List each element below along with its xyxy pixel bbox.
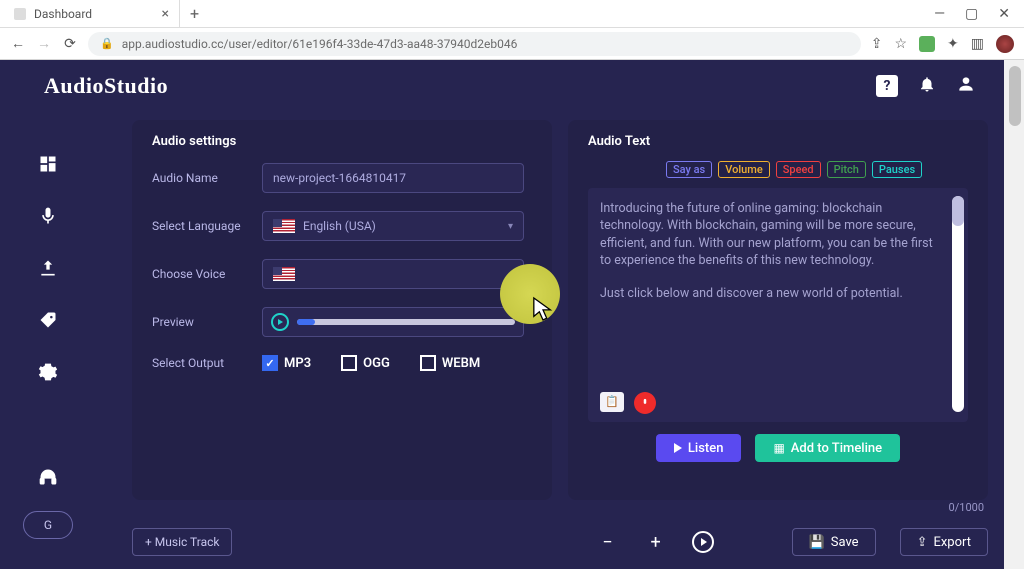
tab-title: Dashboard: [34, 7, 92, 21]
gear-icon[interactable]: [36, 360, 60, 384]
output-option-webm[interactable]: WEBM: [420, 355, 480, 371]
flag-us-icon: [273, 219, 295, 233]
tag-icon[interactable]: [36, 308, 60, 332]
output-option-mp3[interactable]: MP3: [262, 355, 311, 371]
nav-back-icon[interactable]: ←: [10, 35, 26, 52]
zoom-out-button[interactable]: −: [596, 532, 620, 553]
editor-scrollbar-track: [952, 196, 964, 412]
preview-play-button[interactable]: [271, 313, 289, 331]
app-top-bar: AudioStudio ?: [0, 60, 1004, 112]
play-icon: [674, 443, 682, 453]
language-label: Select Language: [152, 219, 262, 233]
export-icon: ⇪: [917, 535, 928, 550]
checkbox-icon: [262, 355, 278, 371]
preview-progress-thumb[interactable]: [297, 319, 315, 325]
extension-badge-icon[interactable]: [919, 36, 935, 52]
text-panel-title: Audio Text: [588, 134, 968, 149]
clipboard-icon[interactable]: 📋: [600, 392, 624, 412]
share-icon[interactable]: ⇪: [871, 36, 883, 52]
save-button[interactable]: 💾Save: [792, 528, 876, 556]
export-button[interactable]: ⇪Export: [900, 528, 988, 556]
app-sidebar: G: [0, 112, 96, 569]
preview-progress-track[interactable]: [297, 319, 515, 325]
output-option-ogg[interactable]: OGG: [341, 355, 390, 371]
window-panel-icon[interactable]: ▥: [971, 36, 984, 52]
timeline-toolbar: + Music Track − + 💾Save ⇪Export: [132, 528, 988, 556]
add-music-track-button[interactable]: + Music Track: [132, 528, 232, 556]
checkbox-icon: [420, 355, 436, 371]
nav-forward-icon[interactable]: →: [36, 35, 52, 52]
listen-button[interactable]: Listen: [656, 434, 742, 462]
page-scrollbar-thumb[interactable]: [1009, 66, 1021, 126]
page-scrollbar-track: [1004, 60, 1024, 569]
text-editor[interactable]: Introducing the future of online gaming:…: [588, 188, 968, 422]
url-field[interactable]: 🔒 app.audiostudio.cc/user/editor/61e196f…: [88, 32, 861, 56]
tab-favicon-icon: [14, 8, 26, 20]
microphone-icon[interactable]: [36, 204, 60, 228]
editor-text: Introducing the future of online gaming:…: [600, 200, 946, 269]
url-text: app.audiostudio.cc/user/editor/61e196f4-…: [122, 37, 518, 51]
browser-address-bar: ← → ⟳ 🔒 app.audiostudio.cc/user/editor/6…: [0, 28, 1024, 60]
preview-player: [262, 307, 524, 337]
browser-tab[interactable]: Dashboard ×: [0, 0, 180, 28]
tab-close-icon[interactable]: ×: [162, 6, 169, 22]
new-tab-button[interactable]: +: [180, 4, 209, 23]
browser-tab-bar: Dashboard × + — ▢ ✕: [0, 0, 1024, 28]
editor-text: Just click below and discover a new worl…: [600, 285, 946, 302]
zoom-in-button[interactable]: +: [644, 532, 668, 553]
g-badge[interactable]: G: [23, 511, 73, 539]
timeline-play-button[interactable]: [692, 531, 714, 553]
brand-logo[interactable]: AudioStudio: [44, 73, 168, 99]
tag-volume[interactable]: Volume: [718, 161, 770, 178]
editor-scrollbar-thumb[interactable]: [952, 196, 964, 226]
tag-pitch[interactable]: Pitch: [827, 161, 866, 178]
chevron-down-icon: ▾: [508, 221, 513, 232]
puzzle-icon[interactable]: ✦: [947, 36, 959, 52]
record-mic-button[interactable]: [634, 392, 656, 414]
add-to-timeline-button[interactable]: ▦Add to Timeline: [755, 434, 900, 462]
bell-icon[interactable]: [918, 75, 936, 98]
preview-label: Preview: [152, 315, 262, 329]
main-content: Audio settings Audio Name new-project-16…: [132, 120, 988, 559]
audio-name-label: Audio Name: [152, 171, 262, 185]
window-maximize-icon[interactable]: ▢: [965, 6, 978, 22]
audio-text-panel: Audio Text Say as Volume Speed Pitch Pau…: [568, 120, 988, 500]
profile-avatar-icon[interactable]: [996, 35, 1014, 53]
char-count: 0/1000: [949, 501, 984, 514]
star-icon[interactable]: ☆: [894, 36, 907, 52]
upload-icon[interactable]: [36, 256, 60, 280]
language-select[interactable]: English (USA) ▾: [262, 211, 524, 241]
lock-icon: 🔒: [100, 37, 114, 50]
flag-us-icon: [273, 267, 295, 281]
audio-settings-panel: Audio settings Audio Name new-project-16…: [132, 120, 552, 500]
headphones-icon[interactable]: [36, 465, 60, 489]
plus-square-icon: ▦: [773, 441, 784, 455]
tag-pauses[interactable]: Pauses: [872, 161, 922, 178]
app-frame: AudioStudio ? G Audio settings Audio Nam…: [0, 60, 1004, 569]
dashboard-icon[interactable]: [36, 152, 60, 176]
settings-title: Audio settings: [152, 134, 532, 149]
voice-select[interactable]: [262, 259, 524, 289]
window-minimize-icon[interactable]: —: [934, 6, 945, 22]
audio-name-input[interactable]: new-project-1664810417: [262, 163, 524, 193]
tag-sayas[interactable]: Say as: [666, 161, 712, 178]
window-close-icon[interactable]: ✕: [998, 6, 1010, 22]
user-icon[interactable]: [956, 74, 976, 99]
help-icon[interactable]: ?: [876, 75, 898, 97]
output-label: Select Output: [152, 356, 262, 370]
save-icon: 💾: [809, 535, 825, 550]
tag-speed[interactable]: Speed: [776, 161, 821, 178]
checkbox-icon: [341, 355, 357, 371]
voice-label: Choose Voice: [152, 267, 262, 281]
cursor-arrow-icon: [532, 296, 554, 326]
nav-reload-icon[interactable]: ⟳: [62, 36, 78, 52]
